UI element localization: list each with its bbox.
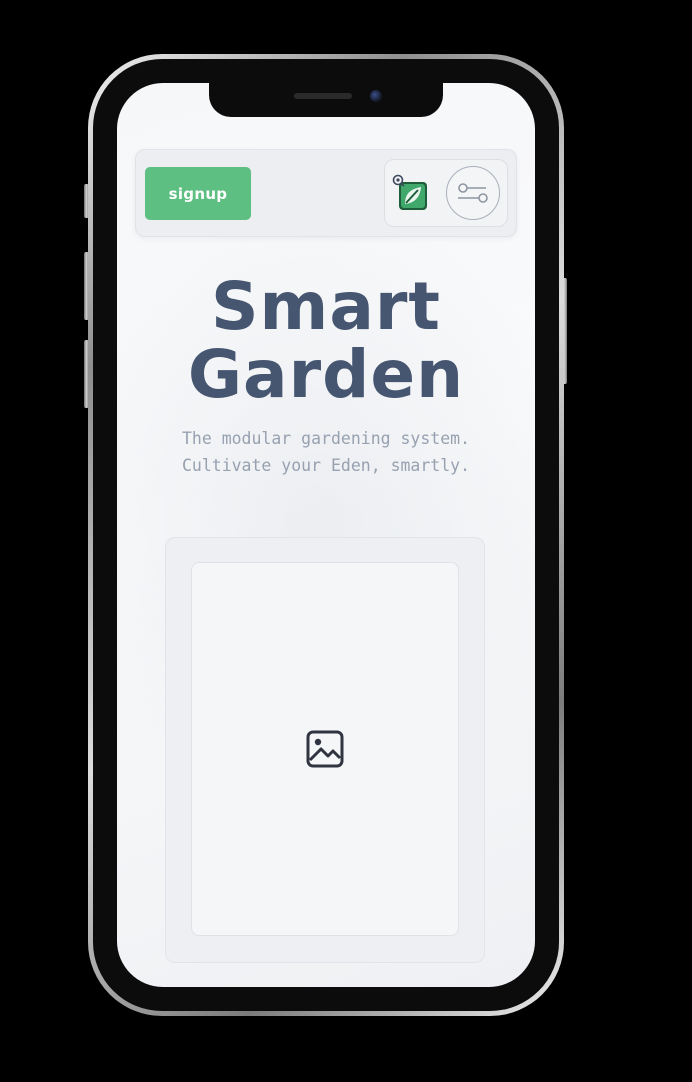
- media-card: [165, 537, 485, 963]
- phone-notch: [209, 83, 443, 117]
- hero-title-line-1: Smart: [211, 268, 441, 345]
- nav-actions: [384, 159, 508, 227]
- toggle-switch-icon: [457, 182, 488, 203]
- hero-title: Smart Garden: [117, 273, 535, 409]
- smart-garden-logo-icon[interactable]: [391, 173, 431, 213]
- mockup-stage: signup Smart Garden The modular gardenin…: [0, 0, 692, 1082]
- hero-subtitle: The modular gardening system. Cultivate …: [117, 425, 535, 479]
- nav-bar: signup: [135, 149, 517, 237]
- image-placeholder-icon: [306, 730, 344, 768]
- hero-title-line-2: Garden: [187, 336, 465, 413]
- phone-body: signup Smart Garden The modular gardenin…: [93, 59, 559, 1011]
- hero-subtitle-line-2: Cultivate your Eden, smartly.: [181, 456, 471, 475]
- speaker-grille: [294, 93, 352, 99]
- hero-subtitle-line-1: The modular gardening system.: [181, 429, 471, 448]
- image-placeholder: [191, 562, 459, 936]
- phone-frame: signup Smart Garden The modular gardenin…: [88, 54, 564, 1016]
- phone-screen: signup Smart Garden The modular gardenin…: [117, 83, 535, 987]
- signup-button[interactable]: signup: [145, 167, 251, 220]
- front-camera: [370, 90, 382, 102]
- settings-toggle-button[interactable]: [446, 166, 500, 220]
